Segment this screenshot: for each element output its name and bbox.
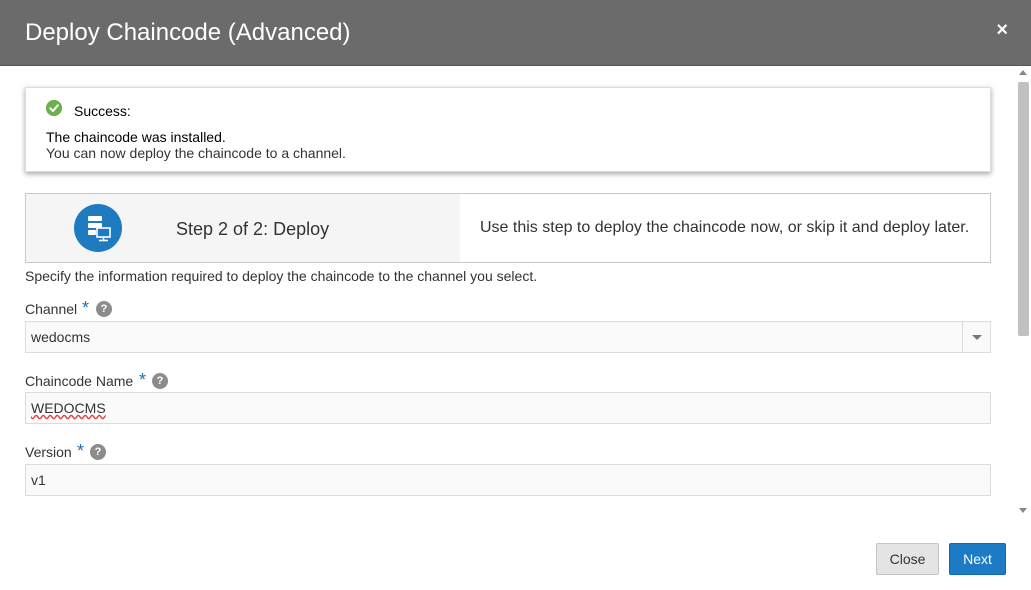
channel-label: Channel [25,301,78,317]
success-label: Success: [74,103,131,119]
step-title: Step 2 of 2: Deploy [176,219,330,239]
chaincode-name-help-icon[interactable]: ? [152,373,168,389]
version-label: Version [25,444,72,460]
channel-required-marker: * [82,298,90,318]
close-button[interactable]: Close [876,543,939,575]
scroll-down-icon[interactable] [1019,508,1027,513]
step-description: Use this step to deploy the chaincode no… [480,219,970,236]
scroll-up-icon[interactable] [1019,70,1027,75]
step-banner-left: Step 2 of 2: Deploy [26,194,460,262]
channel-select[interactable]: wedocms [25,321,991,353]
version-required-marker: * [77,441,85,461]
dialog-title: Deploy Chaincode (Advanced) [25,19,351,46]
next-button[interactable]: Next [949,543,1006,575]
dialog-header: Deploy Chaincode (Advanced) × [0,0,1031,66]
chaincode-name-input[interactable]: WEDOCMS [25,392,991,424]
success-line-installed: The chaincode was installed. [46,129,226,145]
deploy-network-icon [74,204,122,252]
chevron-down-icon [972,335,982,340]
success-message: Success: The chaincode was installed. Yo… [25,87,991,172]
intro-text: Specify the information required to depl… [25,268,538,284]
close-icon[interactable]: × [996,20,1008,40]
channel-dropdown-button[interactable] [962,322,990,352]
version-value: v1 [31,472,46,488]
check-circle-icon [46,100,62,116]
version-help-icon[interactable]: ? [90,444,106,460]
channel-select-value: wedocms [31,329,91,345]
version-input[interactable]: v1 [25,464,991,496]
chaincode-name-value: WEDOCMS [31,400,106,416]
chaincode-name-required-marker: * [139,370,147,390]
step-banner: Step 2 of 2: Deploy Use this step to dep… [25,193,991,263]
scrollbar-thumb[interactable] [1018,82,1029,336]
chaincode-name-label: Chaincode Name [25,373,134,389]
success-line-next: You can now deploy the chaincode to a ch… [46,145,346,161]
channel-help-icon[interactable]: ? [96,301,112,317]
